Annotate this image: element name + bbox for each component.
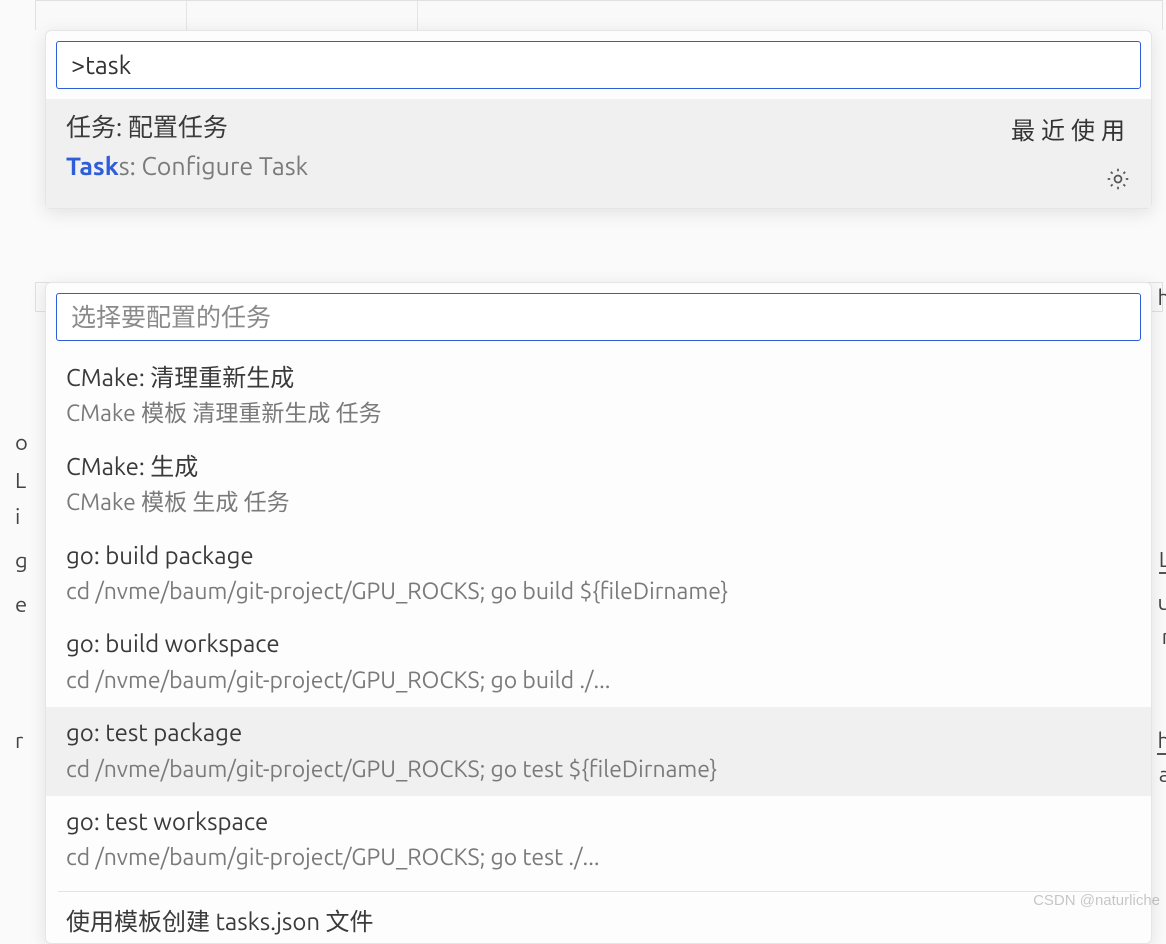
match-rest: s: Configure Task: [119, 152, 308, 180]
result-right-col: 最近使用: [1011, 109, 1131, 192]
create-tasks-json-row[interactable]: 使用模板创建 tasks.json 文件: [46, 892, 1151, 943]
bg-fragment: g: [15, 548, 28, 573]
bg-fragment: e: [15, 592, 27, 617]
task-item[interactable]: go: build workspacecd /nvme/baum/git-pro…: [46, 618, 1151, 707]
bg-fragment: a: [1159, 762, 1166, 787]
task-item[interactable]: go: build packagecd /nvme/baum/git-proje…: [46, 530, 1151, 619]
task-item-desc: cd /nvme/baum/git-project/GPU_ROCKS; go …: [66, 840, 1131, 876]
task-item-title: go: build workspace: [66, 625, 1131, 662]
task-item-title: CMake: 生成: [66, 448, 1131, 485]
task-item-desc: cd /nvme/baum/git-project/GPU_ROCKS; go …: [66, 663, 1131, 699]
task-item[interactable]: CMake: 清理重新生成CMake 模板 清理重新生成 任务: [46, 352, 1151, 441]
task-item-desc: cd /nvme/baum/git-project/GPU_ROCKS; go …: [66, 752, 1131, 788]
task-config-palette: CMake: 清理重新生成CMake 模板 清理重新生成 任务CMake: 生成…: [45, 282, 1152, 944]
active-tab-highlight: [186, 1, 418, 31]
background-tab-strip-1: [35, 0, 1163, 30]
command-input[interactable]: [56, 41, 1141, 89]
result-title-cn: 任务: 配置任务: [66, 109, 1011, 147]
result-subtitle: Tasks: Configure Task: [66, 147, 1011, 186]
bg-fragment: h: [1157, 285, 1166, 310]
task-item-title: CMake: 清理重新生成: [66, 359, 1131, 396]
match-highlight: Task: [66, 152, 119, 180]
bg-fragment: u: [1157, 590, 1166, 615]
result-right-top: 最近使用: [1011, 111, 1131, 192]
task-item[interactable]: go: test workspacecd /nvme/baum/git-proj…: [46, 796, 1151, 885]
gear-icon[interactable]: [1105, 166, 1131, 192]
bg-fragment: h: [1157, 728, 1166, 755]
task-item-title: go: test package: [66, 714, 1131, 751]
bg-fragment: L: [15, 468, 26, 493]
task-item-desc: CMake 模板 清理重新生成 任务: [66, 396, 1131, 432]
bg-fragment: o: [15, 430, 28, 455]
watermark: CSDN @naturliche: [1033, 892, 1160, 909]
task-item-desc: CMake 模板 生成 任务: [66, 485, 1131, 521]
task-list: CMake: 清理重新生成CMake 模板 清理重新生成 任务CMake: 生成…: [46, 351, 1151, 885]
task-item-desc: cd /nvme/baum/git-project/GPU_ROCKS; go …: [66, 574, 1131, 610]
task-item[interactable]: CMake: 生成CMake 模板 生成 任务: [46, 441, 1151, 530]
recent-used-label: 最近使用: [1011, 111, 1131, 146]
bg-fragment: r: [1162, 624, 1166, 649]
bg-fragment: i: [15, 504, 20, 529]
bg-fragment: L: [1159, 547, 1166, 574]
task-item-title: go: build package: [66, 537, 1131, 574]
bg-fragment: r: [15, 728, 23, 753]
task-config-input[interactable]: [56, 293, 1141, 341]
command-palette: 任务: 配置任务 Tasks: Configure Task 最近使用: [45, 30, 1152, 209]
result-text: 任务: 配置任务 Tasks: Configure Task: [66, 109, 1011, 185]
task-item-title: go: test workspace: [66, 803, 1131, 840]
task-item[interactable]: go: test packagecd /nvme/baum/git-projec…: [46, 707, 1151, 796]
command-result-row[interactable]: 任务: 配置任务 Tasks: Configure Task 最近使用: [46, 99, 1151, 208]
